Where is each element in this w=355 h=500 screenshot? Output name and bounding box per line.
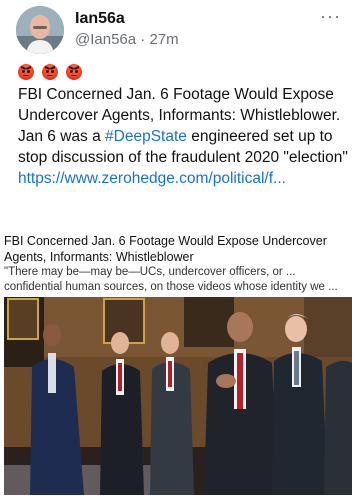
avatar-photo — [16, 6, 64, 54]
post-text-line: FBI Concerned Jan. 6 Footage Would Expos… — [18, 86, 341, 124]
link-card-title[interactable]: FBI Concerned Jan. 6 Footage Would Expos… — [4, 233, 352, 265]
separator: · — [140, 31, 146, 48]
post-text-line: Jan 6 was a #DeepState engineered set up… — [18, 126, 348, 168]
post-body: FBI Concerned Jan. 6 Footage Would Expos… — [18, 84, 348, 189]
link-preview-card[interactable]: FBI Concerned Jan. 6 Footage Would Expos… — [4, 229, 352, 497]
avatar[interactable] — [16, 6, 64, 54]
angry-face-icon — [66, 64, 82, 80]
link-card-image[interactable] — [4, 297, 352, 495]
post-text-fragment: Jan 6 was a — [18, 128, 106, 145]
hearing-photo — [4, 297, 352, 495]
hashtag-link[interactable]: #DeepState — [105, 128, 187, 145]
link-card-snippet: "There may be—may be—UCs, undercover off… — [4, 266, 338, 293]
display-name[interactable]: Ian56a — [75, 10, 125, 28]
angry-face-icon — [18, 64, 34, 80]
timestamp[interactable]: 27m — [149, 31, 178, 48]
handle[interactable]: @Ian56a — [75, 31, 136, 48]
handle-and-time: @Ian56a · 27m — [75, 31, 179, 48]
post-header: Ian56a @Ian56a · 27m ··· — [0, 0, 355, 60]
angry-face-icon — [42, 64, 58, 80]
emoji-row — [18, 64, 82, 82]
more-options-icon[interactable]: ··· — [320, 6, 341, 27]
article-link[interactable]: https://www.zerohedge.com/political/f... — [18, 168, 348, 189]
